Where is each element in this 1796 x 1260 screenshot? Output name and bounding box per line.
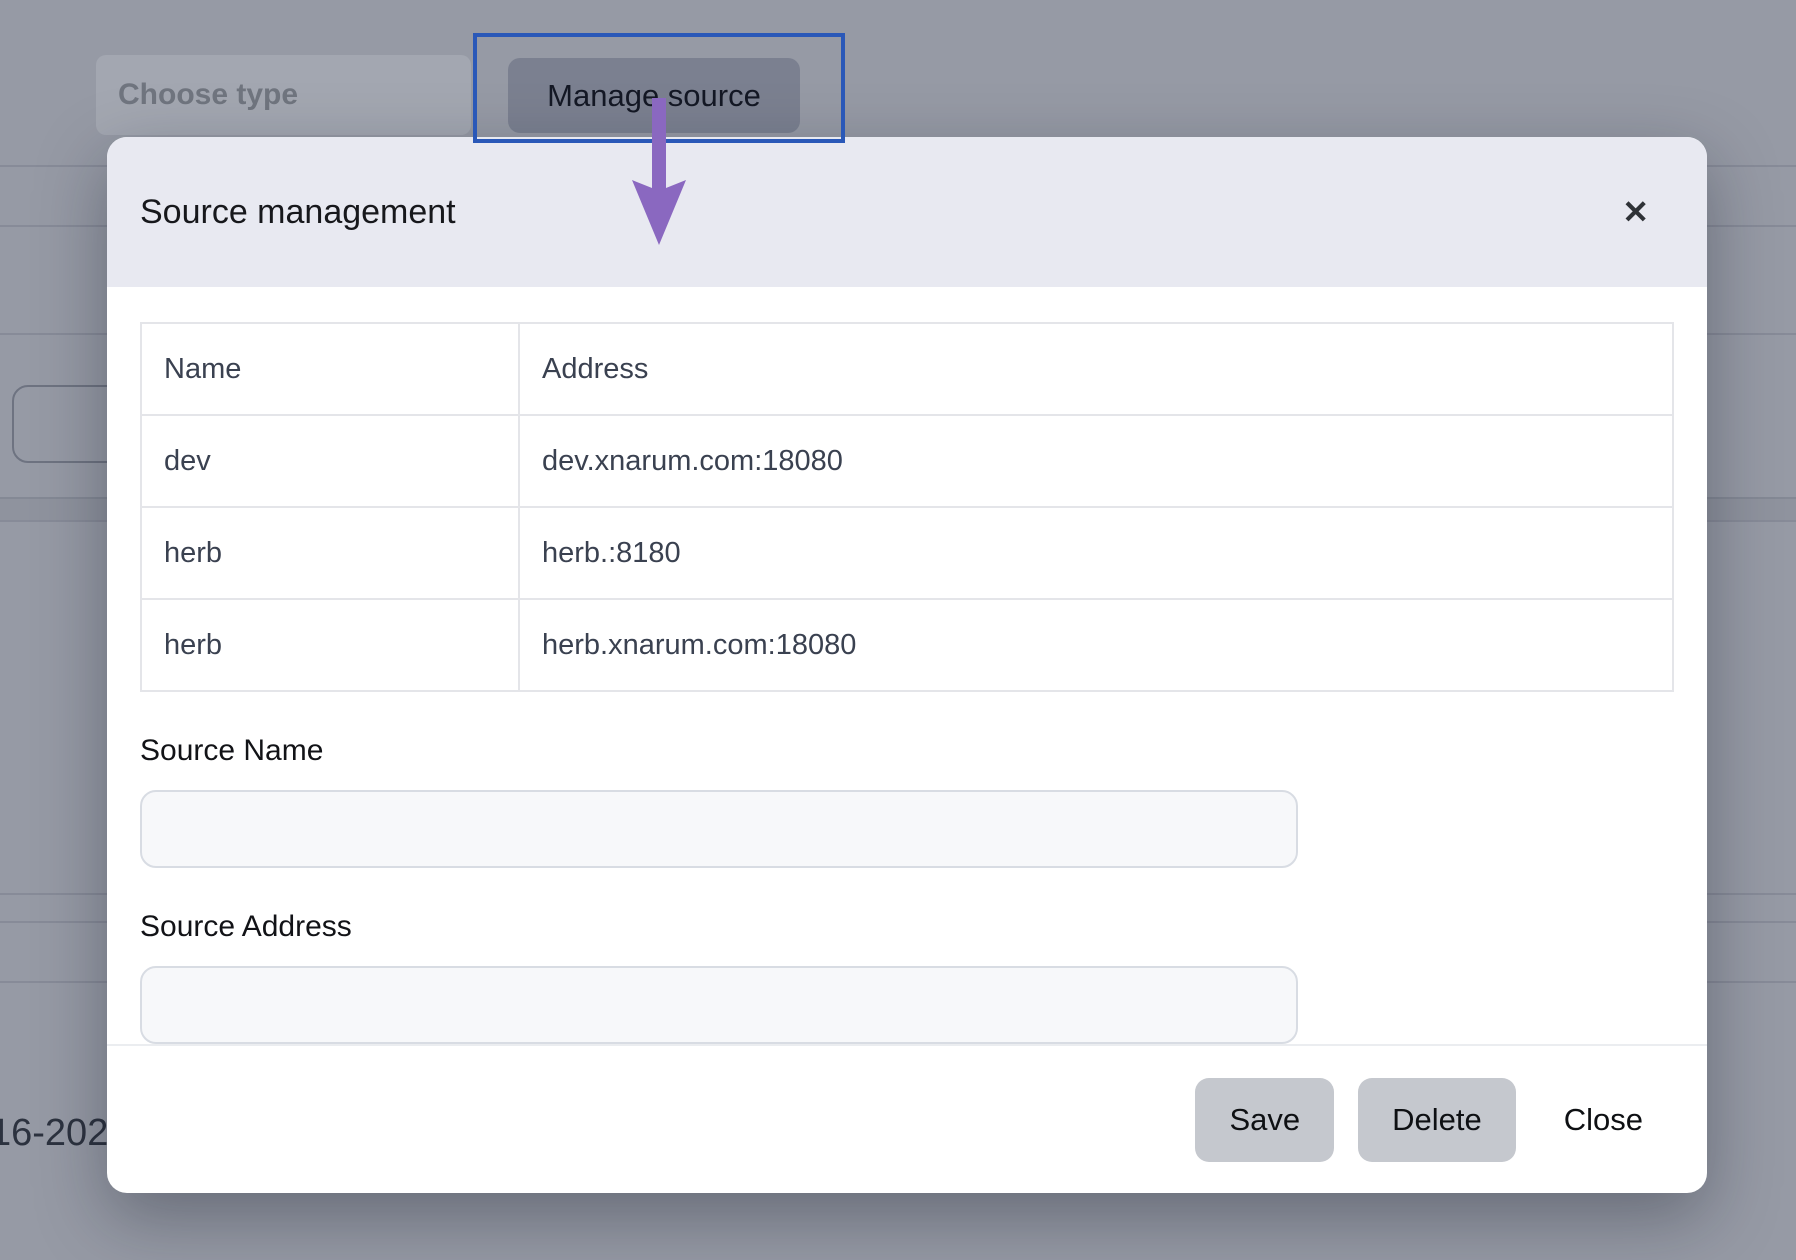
close-button[interactable]: Close bbox=[1540, 1102, 1655, 1138]
source-management-dialog: Source management ✕ Name Address dev dev… bbox=[107, 137, 1707, 1193]
table-row[interactable]: herb herb.xnarum.com:18080 bbox=[140, 598, 1674, 692]
source-address-cell[interactable]: dev.xnarum.com:18080 bbox=[518, 414, 1674, 508]
source-address-cell[interactable]: herb.:8180 bbox=[518, 506, 1674, 600]
dialog-header: Source management ✕ bbox=[107, 137, 1707, 287]
dialog-title: Source management bbox=[140, 192, 456, 231]
close-icon[interactable]: ✕ bbox=[1616, 190, 1655, 234]
sources-table: Name Address dev dev.xnarum.com:18080 he… bbox=[140, 322, 1674, 692]
column-header-name: Name bbox=[140, 322, 520, 416]
dialog-body: Name Address dev dev.xnarum.com:18080 he… bbox=[107, 287, 1707, 1044]
choose-type-select[interactable]: Choose type bbox=[96, 55, 471, 135]
source-address-input[interactable] bbox=[140, 966, 1298, 1044]
source-name-input[interactable] bbox=[140, 790, 1298, 868]
table-header-row: Name Address bbox=[140, 322, 1674, 416]
source-name-cell[interactable]: herb bbox=[140, 598, 520, 692]
source-address-label: Source Address bbox=[140, 910, 352, 943]
choose-type-label: Choose type bbox=[118, 78, 299, 111]
column-header-address: Address bbox=[518, 322, 1674, 416]
save-button[interactable]: Save bbox=[1195, 1078, 1335, 1162]
source-address-cell[interactable]: herb.xnarum.com:18080 bbox=[518, 598, 1674, 692]
delete-button[interactable]: Delete bbox=[1358, 1078, 1516, 1162]
table-row[interactable]: dev dev.xnarum.com:18080 bbox=[140, 414, 1674, 508]
manage-source-label: Manage source bbox=[547, 77, 761, 113]
dialog-footer: Save Delete Close bbox=[107, 1044, 1707, 1193]
manage-source-button[interactable]: Manage source bbox=[508, 58, 800, 133]
source-name-cell[interactable]: dev bbox=[140, 414, 520, 508]
table-row[interactable]: herb herb.:8180 bbox=[140, 506, 1674, 600]
source-name-label: Source Name bbox=[140, 734, 324, 767]
source-name-cell[interactable]: herb bbox=[140, 506, 520, 600]
